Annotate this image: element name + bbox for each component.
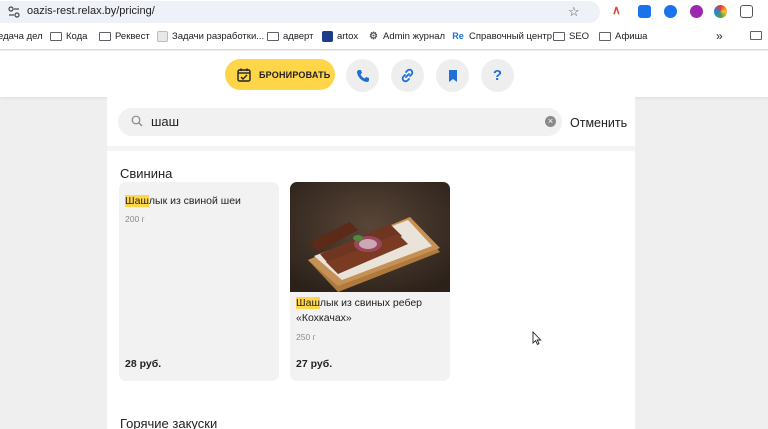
extensions-puzzle-icon[interactable] <box>740 5 753 18</box>
re-icon: Re <box>452 31 464 41</box>
extension-eye-icon[interactable] <box>664 5 677 18</box>
extension-a-icon[interactable]: ∧ <box>612 3 625 17</box>
search-value[interactable]: шаш <box>151 114 179 129</box>
url-text[interactable]: oazis-rest.relax.by/pricing/ <box>27 5 155 17</box>
doc-icon <box>157 31 168 42</box>
bookmark-star-icon[interactable]: ☆ <box>568 4 580 20</box>
help-button[interactable]: ? <box>481 59 514 92</box>
bookmark-item[interactable]: ⚙ Admin журнал <box>368 31 445 42</box>
menu-item-title: Шашлык из свиных ребер «Кохкачах» <box>296 297 423 324</box>
folder-icon <box>750 31 762 40</box>
bookmark-item[interactable]: SEO <box>553 31 589 42</box>
extension-u-icon[interactable] <box>690 5 703 18</box>
folder-icon <box>599 32 611 41</box>
bookmark-item[interactable]: Re Справочный центр <box>451 31 552 42</box>
share-link-button[interactable] <box>391 59 424 92</box>
dish-photo <box>290 182 450 292</box>
bookmark-item[interactable]: Афиша <box>599 31 647 42</box>
pricing-panel: шаш × Отменить Свинина Шашлык из свиной … <box>107 97 635 429</box>
extension-color-icon[interactable] <box>714 5 727 18</box>
cancel-search-link[interactable]: Отменить <box>570 116 627 130</box>
search-highlight: Шаш <box>296 297 320 309</box>
bookmark-item[interactable]: Реквест <box>99 31 150 42</box>
bookmark-item[interactable]: Задачи разработки... <box>157 31 264 42</box>
bookmark-item[interactable]: адверт <box>267 31 313 42</box>
download-extension-icon[interactable] <box>638 5 651 18</box>
folder-icon <box>99 32 111 41</box>
more-bookmarks-button[interactable]: » <box>716 29 723 43</box>
section-title: Свинина <box>120 166 173 181</box>
book-button[interactable]: БРОНИРОВАТЬ <box>225 59 335 90</box>
bookmark-item[interactable]: едача дел <box>0 31 43 42</box>
folder-icon <box>553 32 565 41</box>
site-settings-icon[interactable] <box>8 6 20 18</box>
clear-search-icon[interactable]: × <box>545 116 556 127</box>
site-header: БРОНИРОВАТЬ ? <box>0 51 768 97</box>
divider <box>107 146 635 151</box>
menu-item-card[interactable]: Шашлык из свиной шеи 200 г 28 руб. <box>119 182 279 381</box>
menu-item-price: 28 руб. <box>125 358 162 370</box>
section-title: Горячие закуски <box>120 416 218 429</box>
help-icon: ? <box>492 67 503 84</box>
search-icon <box>131 115 143 127</box>
mouse-cursor-icon <box>532 331 542 345</box>
gear-icon: ⚙ <box>369 31 378 42</box>
calendar-check-icon <box>237 68 251 82</box>
browser-toolbar: oazis-rest.relax.by/pricing/ ☆ ∧ <box>0 0 768 25</box>
menu-item-title: Шашлык из свиной шеи <box>125 195 241 207</box>
menu-item-price: 27 руб. <box>296 358 333 370</box>
bookmark-item[interactable]: Кода <box>50 31 87 42</box>
book-button-label: БРОНИРОВАТЬ <box>259 69 331 80</box>
bookmark-icon <box>448 69 457 82</box>
folder-icon <box>50 32 62 41</box>
link-icon <box>401 68 414 83</box>
search-highlight: Шаш <box>125 195 149 207</box>
artox-icon <box>322 31 333 42</box>
folder-icon <box>267 32 279 41</box>
menu-item-weight: 250 г <box>296 332 316 342</box>
bookmark-item[interactable]: artox <box>322 31 358 42</box>
menu-item-card[interactable]: Шашлык из свиных ребер «Кохкачах» 250 г … <box>290 182 450 381</box>
save-bookmark-button[interactable] <box>436 59 469 92</box>
address-bar[interactable]: oazis-rest.relax.by/pricing/ ☆ <box>0 1 600 23</box>
search-input[interactable]: шаш × <box>118 108 562 136</box>
menu-item-weight: 200 г <box>125 214 145 224</box>
bookmarks-bar: едача дел Кода Реквест Задачи разработки… <box>0 25 768 50</box>
phone-icon <box>356 69 369 82</box>
bookmark-item[interactable] <box>750 31 762 40</box>
phone-button[interactable] <box>346 59 379 92</box>
